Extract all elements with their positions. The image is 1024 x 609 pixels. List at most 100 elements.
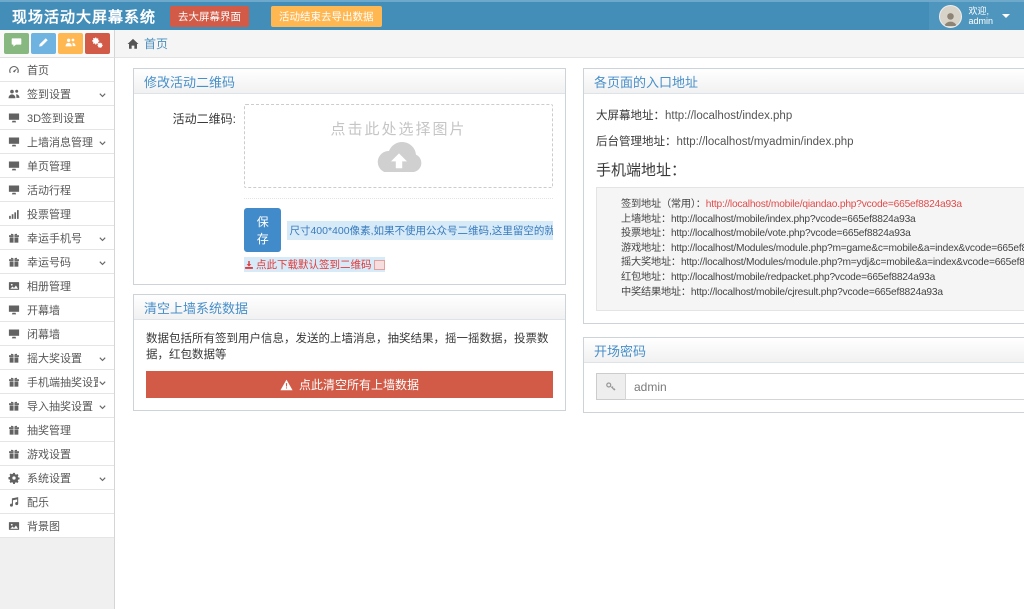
gear-icon bbox=[8, 472, 22, 484]
admin-url: 后台管理地址：http://localhost/myadmin/index.ph… bbox=[596, 136, 854, 148]
mobile-url: http://localhost/Modules/module.php?m=ga… bbox=[670, 242, 1024, 254]
desktop-icon bbox=[8, 160, 22, 172]
chevron-down-icon bbox=[98, 401, 108, 411]
edit-shortcut-button[interactable] bbox=[31, 33, 56, 54]
sidebar-item[interactable]: 开幕墙 bbox=[0, 298, 114, 322]
entry-panel-title: 各页面的入口地址 bbox=[584, 69, 1024, 94]
cogs-icon bbox=[92, 36, 103, 51]
qrcode-panel: 修改活动二维码 活动二维码: 点击此处选择图片 保存 尺寸400*400像素,如… bbox=[133, 68, 566, 285]
sidebar-item-label: 开幕墙 bbox=[27, 304, 60, 317]
gift-icon bbox=[8, 400, 22, 412]
clear-description: 数据包括所有签到用户信息，发送的上墙消息，抽奖结果，摇一摇数据，投票数据，红包数… bbox=[146, 333, 549, 361]
sidebar-item[interactable]: 首页 bbox=[0, 58, 114, 82]
sidebar-item-label: 游戏设置 bbox=[27, 448, 71, 461]
mobile-url: http://localhost/mobile/redpacket.php?vc… bbox=[670, 271, 936, 283]
users-shortcut-button[interactable] bbox=[58, 33, 83, 54]
sidebar-item[interactable]: 摇大奖设置 bbox=[0, 346, 114, 370]
chevron-down-icon bbox=[98, 473, 108, 483]
cloud-upload-icon bbox=[373, 141, 425, 175]
sidebar-item-label: 活动行程 bbox=[27, 184, 71, 197]
big-screen-url: 大屏幕地址：http://localhost/index.php bbox=[596, 110, 793, 122]
sidebar-item[interactable]: 幸运手机号 bbox=[0, 226, 114, 250]
subbar: 首页 bbox=[0, 30, 1024, 58]
opening-password-input[interactable] bbox=[625, 373, 1024, 401]
sidebar-item[interactable]: 手机端抽奖设置 bbox=[0, 370, 114, 394]
warning-icon bbox=[280, 379, 293, 391]
breadcrumb: 首页 bbox=[115, 30, 1024, 58]
sidebar-item-label: 投票管理 bbox=[27, 208, 71, 221]
sidebar-item[interactable]: 单页管理 bbox=[0, 154, 114, 178]
sidebar-item-label: 背景图 bbox=[27, 520, 60, 533]
desktop-icon bbox=[8, 136, 22, 148]
sidebar: 首页 签到设置 3D签到设置 上墙消息管理 单页管理 活动行程 投票管理 幸运手… bbox=[0, 58, 115, 609]
clear-all-data-button[interactable]: 点此清空所有上墙数据 bbox=[146, 371, 553, 398]
entry-urls-panel: 各页面的入口地址 大屏幕地址：http://localhost/index.ph… bbox=[583, 68, 1024, 325]
app-title: 现场活动大屏幕系统 bbox=[12, 8, 157, 26]
mobile-url-line: 投票地址：http://localhost/mobile/vote.php?vc… bbox=[621, 228, 911, 240]
qrcode-size-tip: 尺寸400*400像素,如果不使用公众号二维码,这里留空的就是默认的签到二维码 bbox=[287, 220, 553, 240]
chevron-down-icon bbox=[98, 257, 108, 267]
sidebar-item[interactable]: 导入抽奖设置 bbox=[0, 394, 114, 418]
desktop-icon bbox=[8, 112, 22, 124]
mobile-url-line: 游戏地址：http://localhost/Modules/module.php… bbox=[621, 242, 1024, 257]
mobile-url: http://localhost/mobile/qiandao.php?vcod… bbox=[705, 199, 962, 210]
sidebar-item[interactable]: 上墙消息管理 bbox=[0, 130, 114, 154]
settings-shortcut-button[interactable] bbox=[85, 33, 110, 54]
image-upload-dropzone[interactable]: 点击此处选择图片 bbox=[244, 104, 553, 188]
gift-icon bbox=[8, 232, 22, 244]
sidebar-item[interactable]: 背景图 bbox=[0, 514, 114, 538]
qrcode-thumbnail bbox=[373, 259, 385, 270]
sidebar-item[interactable]: 系统设置 bbox=[0, 466, 114, 490]
mobile-url: http://localhost/Modules/module.php?m=yd… bbox=[680, 257, 1024, 269]
go-big-screen-button[interactable]: 去大屏幕界面 bbox=[170, 5, 250, 27]
sidebar-item-label: 单页管理 bbox=[27, 160, 71, 173]
sidebar-item-label: 幸运手机号 bbox=[27, 232, 82, 245]
sidebar-item[interactable]: 抽奖管理 bbox=[0, 418, 114, 442]
sidebar-item-label: 摇大奖设置 bbox=[27, 352, 82, 365]
home-icon bbox=[127, 38, 139, 50]
desktop-icon bbox=[8, 304, 22, 316]
chevron-down-icon bbox=[98, 233, 108, 243]
desktop-icon bbox=[8, 184, 22, 196]
shortcut-toolbar bbox=[0, 30, 115, 58]
main-content: 修改活动二维码 活动二维码: 点击此处选择图片 保存 尺寸400*400像素,如… bbox=[115, 58, 1024, 609]
upload-hint: 点击此处选择图片 bbox=[330, 120, 467, 138]
dashboard-icon bbox=[8, 64, 22, 76]
sidebar-item[interactable]: 投票管理 bbox=[0, 202, 114, 226]
sidebar-item[interactable]: 活动行程 bbox=[0, 178, 114, 202]
qrcode-label: 活动二维码: bbox=[172, 112, 236, 126]
app: 现场活动大屏幕系统 去大屏幕界面 活动结束去导出数据 欢迎, admin 首页 bbox=[0, 0, 1024, 609]
user-menu[interactable]: 欢迎, admin bbox=[929, 2, 1024, 30]
mobile-url-line: 中奖结果地址：http://localhost/mobile/cjresult.… bbox=[621, 286, 943, 298]
breadcrumb-home-link[interactable]: 首页 bbox=[144, 35, 168, 52]
qrcode-panel-title: 修改活动二维码 bbox=[134, 69, 565, 94]
mobile-url: http://localhost/mobile/vote.php?vcode=6… bbox=[670, 228, 911, 240]
sidebar-item[interactable]: 签到设置 bbox=[0, 82, 114, 106]
avatar bbox=[939, 4, 963, 28]
save-button[interactable]: 保存 bbox=[244, 208, 282, 252]
sidebar-item-label: 闭幕墙 bbox=[27, 328, 60, 341]
sidebar-item-label: 幸运号码 bbox=[27, 256, 71, 269]
sidebar-item-label: 相册管理 bbox=[27, 280, 71, 293]
mobile-url-line: 上墙地址：http://localhost/mobile/index.php?v… bbox=[621, 213, 916, 225]
comment-shortcut-button[interactable] bbox=[4, 33, 29, 54]
gift-icon bbox=[8, 448, 22, 460]
mobile-url-line: 摇大奖地址：http://localhost/Modules/module.ph… bbox=[621, 256, 1024, 271]
sidebar-item-label: 签到设置 bbox=[27, 88, 71, 101]
music-icon bbox=[8, 496, 22, 508]
download-default-qrcode-link[interactable]: 点此下载默认签到二维码 bbox=[244, 257, 385, 272]
sidebar-item[interactable]: 3D签到设置 bbox=[0, 106, 114, 130]
mobile-url-line: 签到地址（常用）：http://localhost/mobile/qiandao… bbox=[621, 199, 962, 210]
sidebar-item[interactable]: 配乐 bbox=[0, 490, 114, 514]
export-data-button[interactable]: 活动结束去导出数据 bbox=[271, 5, 382, 27]
sidebar-item[interactable]: 游戏设置 bbox=[0, 442, 114, 466]
sidebar-item[interactable]: 幸运号码 bbox=[0, 250, 114, 274]
sidebar-item[interactable]: 相册管理 bbox=[0, 274, 114, 298]
top-navbar: 现场活动大屏幕系统 去大屏幕界面 活动结束去导出数据 欢迎, admin bbox=[0, 0, 1024, 30]
caret-down-icon bbox=[1002, 14, 1010, 18]
sidebar-item-label: 导入抽奖设置 bbox=[27, 400, 93, 413]
sidebar-item-label: 抽奖管理 bbox=[27, 424, 71, 437]
desktop-icon bbox=[8, 328, 22, 340]
sidebar-item[interactable]: 闭幕墙 bbox=[0, 322, 114, 346]
pencil-icon bbox=[38, 36, 49, 51]
